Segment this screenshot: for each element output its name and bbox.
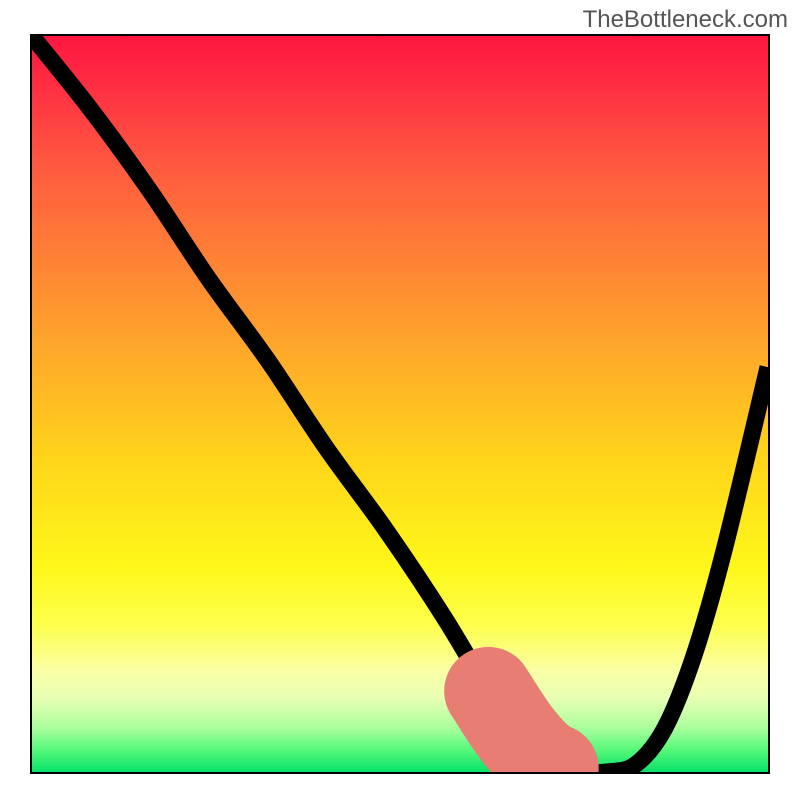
plot-area (30, 34, 770, 774)
bottleneck-curve (32, 36, 768, 772)
chart-wrap: TheBottleneck.com (0, 0, 800, 800)
optimal-zone (488, 691, 635, 772)
watermark-text: TheBottleneck.com (583, 6, 788, 34)
chart-svg (32, 36, 768, 772)
